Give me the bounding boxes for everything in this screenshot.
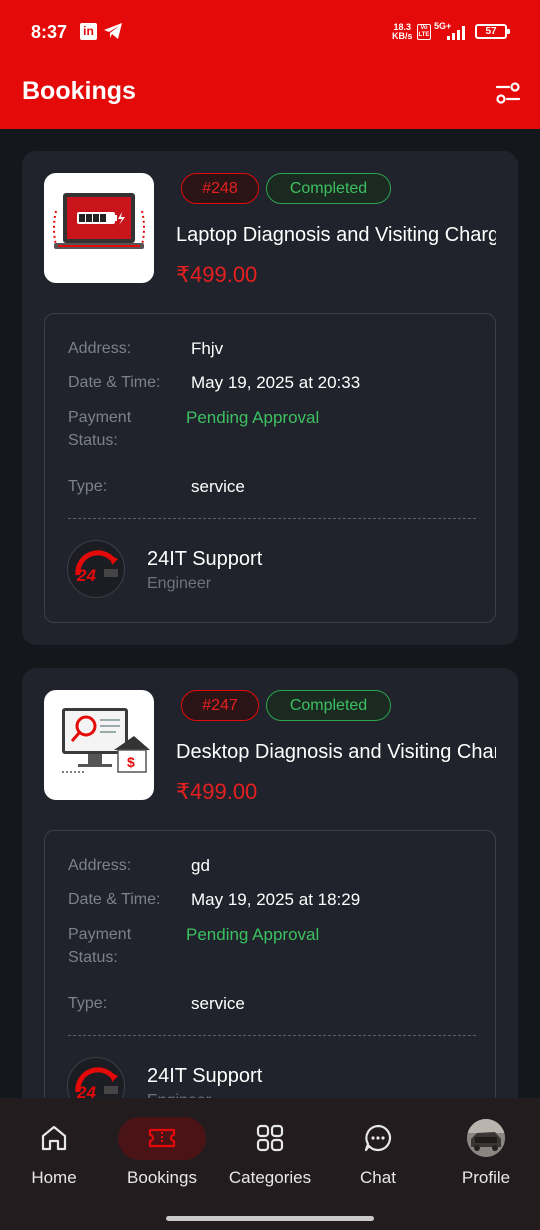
home-indicator bbox=[166, 1216, 374, 1221]
avatar[interactable] bbox=[467, 1119, 505, 1157]
filter-sliders-icon[interactable] bbox=[492, 77, 524, 109]
booking-id-badge: #247 bbox=[181, 690, 259, 721]
address-label: Address: bbox=[68, 340, 132, 357]
engineer-role: Engineer bbox=[147, 575, 212, 592]
booking-details: Address: Fhjv Date & Time: May 19, 2025 … bbox=[44, 313, 496, 623]
address-value: gd bbox=[191, 856, 210, 875]
booking-details: Address: gd Date & Time: May 19, 2025 at… bbox=[44, 830, 496, 1140]
booking-card[interactable]: $ #247 Completed Desktop Diagnosis and V… bbox=[22, 668, 518, 1162]
service-title: Desktop Diagnosis and Visiting Charges bbox=[176, 741, 496, 763]
nav-bookings-label: Bookings bbox=[127, 1168, 197, 1187]
service-thumbnail bbox=[44, 173, 154, 283]
nav-categories-label: Categories bbox=[228, 1168, 312, 1187]
chat-icon bbox=[364, 1124, 392, 1152]
payment-status-value: Pending Approval bbox=[186, 408, 320, 427]
type-label: Type: bbox=[68, 478, 108, 495]
svg-text:24: 24 bbox=[76, 566, 96, 585]
service-thumbnail: $ bbox=[44, 690, 154, 800]
date-time-value: May 19, 2025 at 20:33 bbox=[191, 373, 361, 392]
signal-icon bbox=[447, 26, 465, 40]
payment-status-label: Payment Status: bbox=[68, 926, 132, 966]
engineer-name: 24IT Support bbox=[147, 548, 263, 570]
nav-bookings[interactable]: Bookings bbox=[108, 1098, 216, 1198]
payment-status-label: Payment Status: bbox=[68, 409, 132, 449]
engineer-name: 24IT Support bbox=[147, 1065, 263, 1087]
address-label: Address: bbox=[68, 857, 132, 874]
desktop-search-icon: $ bbox=[62, 708, 150, 773]
page-title: Bookings bbox=[22, 77, 136, 105]
network-speed-unit: KB/s bbox=[392, 31, 413, 41]
battery-icon: 57 bbox=[475, 24, 510, 39]
svg-text:$: $ bbox=[127, 754, 135, 770]
type-value: service bbox=[191, 994, 245, 1013]
ticket-icon bbox=[148, 1128, 176, 1148]
nav-home-label: Home bbox=[31, 1168, 77, 1187]
telegram-icon bbox=[104, 23, 122, 39]
volte-icon: Vo LTE bbox=[417, 24, 431, 40]
app-bar: Bookings bbox=[0, 62, 540, 129]
status-badge: Completed bbox=[266, 690, 391, 721]
type-label: Type: bbox=[68, 995, 108, 1012]
type-value: service bbox=[191, 477, 245, 496]
nav-chat-label: Chat bbox=[360, 1168, 396, 1187]
date-time-label: Date & Time: bbox=[68, 374, 161, 391]
payment-status-value: Pending Approval bbox=[186, 925, 320, 944]
network-speed: 18.3 KB/s bbox=[392, 23, 413, 41]
bottom-navigation: Home Bookings Categories Chat Profile bbox=[0, 1098, 540, 1230]
home-icon bbox=[41, 1125, 67, 1151]
booking-id-badge: #248 bbox=[181, 173, 259, 204]
status-time: 8:37 bbox=[31, 22, 68, 42]
nav-home[interactable]: Home bbox=[0, 1098, 108, 1198]
service-title: Laptop Diagnosis and Visiting Charges bbox=[176, 224, 496, 246]
linkedin-icon: in bbox=[80, 23, 97, 40]
address-value: Fhjv bbox=[191, 339, 224, 358]
nav-chat[interactable]: Chat bbox=[324, 1098, 432, 1198]
service-price: ₹499.00 bbox=[176, 779, 258, 804]
status-badge: Completed bbox=[266, 173, 391, 204]
booking-card[interactable]: #248 Completed Laptop Diagnosis and Visi… bbox=[22, 151, 518, 645]
nav-profile-label: Profile bbox=[461, 1168, 511, 1187]
nav-categories[interactable]: Categories bbox=[216, 1098, 324, 1198]
laptop-battery-icon bbox=[53, 193, 145, 249]
engineer-logo: 24 bbox=[67, 540, 125, 598]
date-time-label: Date & Time: bbox=[68, 891, 161, 908]
date-time-value: May 19, 2025 at 18:29 bbox=[191, 890, 361, 909]
grid-icon bbox=[256, 1124, 284, 1152]
service-price: ₹499.00 bbox=[176, 262, 258, 287]
divider bbox=[68, 518, 476, 519]
divider bbox=[68, 1035, 476, 1036]
status-bar: 8:37 in 18.3 KB/s Vo LTE 5G+ 57 bbox=[0, 0, 540, 62]
